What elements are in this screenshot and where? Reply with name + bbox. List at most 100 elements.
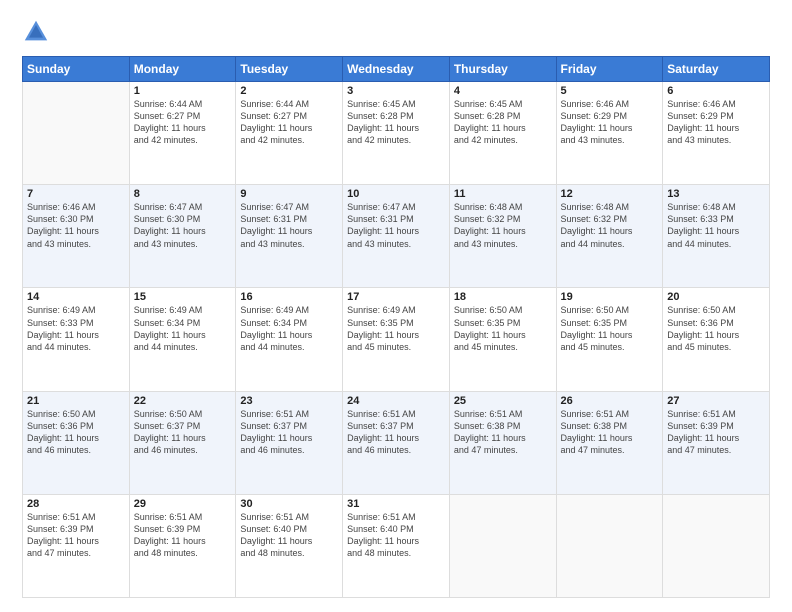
day-number: 18 (454, 291, 552, 303)
day-info: Sunrise: 6:50 AMSunset: 6:37 PMDaylight:… (134, 408, 232, 457)
day-number: 7 (27, 188, 125, 200)
day-info: Sunrise: 6:50 AMSunset: 6:35 PMDaylight:… (561, 304, 659, 353)
day-number: 4 (454, 85, 552, 97)
day-info: Sunrise: 6:49 AMSunset: 6:34 PMDaylight:… (240, 304, 338, 353)
day-number: 9 (240, 188, 338, 200)
calendar-header-monday: Monday (129, 57, 236, 82)
day-info: Sunrise: 6:51 AMSunset: 6:38 PMDaylight:… (561, 408, 659, 457)
calendar-cell (23, 82, 130, 185)
day-number: 2 (240, 85, 338, 97)
calendar-cell (663, 494, 770, 597)
calendar-cell: 3Sunrise: 6:45 AMSunset: 6:28 PMDaylight… (343, 82, 450, 185)
logo (22, 18, 54, 46)
day-info: Sunrise: 6:44 AMSunset: 6:27 PMDaylight:… (240, 98, 338, 147)
day-number: 6 (667, 85, 765, 97)
day-info: Sunrise: 6:48 AMSunset: 6:33 PMDaylight:… (667, 201, 765, 250)
day-info: Sunrise: 6:51 AMSunset: 6:38 PMDaylight:… (454, 408, 552, 457)
calendar-cell: 23Sunrise: 6:51 AMSunset: 6:37 PMDayligh… (236, 391, 343, 494)
day-number: 26 (561, 395, 659, 407)
day-number: 13 (667, 188, 765, 200)
calendar-cell: 5Sunrise: 6:46 AMSunset: 6:29 PMDaylight… (556, 82, 663, 185)
calendar-header-friday: Friday (556, 57, 663, 82)
day-info: Sunrise: 6:48 AMSunset: 6:32 PMDaylight:… (561, 201, 659, 250)
day-number: 5 (561, 85, 659, 97)
day-number: 29 (134, 498, 232, 510)
calendar-cell: 30Sunrise: 6:51 AMSunset: 6:40 PMDayligh… (236, 494, 343, 597)
calendar-week-row: 28Sunrise: 6:51 AMSunset: 6:39 PMDayligh… (23, 494, 770, 597)
calendar-cell: 4Sunrise: 6:45 AMSunset: 6:28 PMDaylight… (449, 82, 556, 185)
day-info: Sunrise: 6:49 AMSunset: 6:35 PMDaylight:… (347, 304, 445, 353)
calendar-cell: 6Sunrise: 6:46 AMSunset: 6:29 PMDaylight… (663, 82, 770, 185)
day-info: Sunrise: 6:45 AMSunset: 6:28 PMDaylight:… (347, 98, 445, 147)
calendar-cell: 17Sunrise: 6:49 AMSunset: 6:35 PMDayligh… (343, 288, 450, 391)
calendar-cell: 11Sunrise: 6:48 AMSunset: 6:32 PMDayligh… (449, 185, 556, 288)
day-number: 15 (134, 291, 232, 303)
day-info: Sunrise: 6:48 AMSunset: 6:32 PMDaylight:… (454, 201, 552, 250)
day-info: Sunrise: 6:46 AMSunset: 6:30 PMDaylight:… (27, 201, 125, 250)
day-number: 1 (134, 85, 232, 97)
calendar-week-row: 21Sunrise: 6:50 AMSunset: 6:36 PMDayligh… (23, 391, 770, 494)
calendar-cell: 18Sunrise: 6:50 AMSunset: 6:35 PMDayligh… (449, 288, 556, 391)
calendar-cell: 7Sunrise: 6:46 AMSunset: 6:30 PMDaylight… (23, 185, 130, 288)
calendar-cell: 29Sunrise: 6:51 AMSunset: 6:39 PMDayligh… (129, 494, 236, 597)
day-number: 10 (347, 188, 445, 200)
day-info: Sunrise: 6:44 AMSunset: 6:27 PMDaylight:… (134, 98, 232, 147)
day-info: Sunrise: 6:50 AMSunset: 6:36 PMDaylight:… (667, 304, 765, 353)
calendar-cell: 1Sunrise: 6:44 AMSunset: 6:27 PMDaylight… (129, 82, 236, 185)
day-info: Sunrise: 6:49 AMSunset: 6:33 PMDaylight:… (27, 304, 125, 353)
day-info: Sunrise: 6:51 AMSunset: 6:37 PMDaylight:… (240, 408, 338, 457)
day-info: Sunrise: 6:45 AMSunset: 6:28 PMDaylight:… (454, 98, 552, 147)
calendar-cell: 13Sunrise: 6:48 AMSunset: 6:33 PMDayligh… (663, 185, 770, 288)
day-info: Sunrise: 6:51 AMSunset: 6:40 PMDaylight:… (240, 511, 338, 560)
calendar-cell: 20Sunrise: 6:50 AMSunset: 6:36 PMDayligh… (663, 288, 770, 391)
calendar-cell (556, 494, 663, 597)
day-number: 27 (667, 395, 765, 407)
calendar-header-wednesday: Wednesday (343, 57, 450, 82)
day-info: Sunrise: 6:51 AMSunset: 6:39 PMDaylight:… (667, 408, 765, 457)
day-info: Sunrise: 6:46 AMSunset: 6:29 PMDaylight:… (561, 98, 659, 147)
day-number: 25 (454, 395, 552, 407)
calendar-week-row: 7Sunrise: 6:46 AMSunset: 6:30 PMDaylight… (23, 185, 770, 288)
day-number: 19 (561, 291, 659, 303)
page: SundayMondayTuesdayWednesdayThursdayFrid… (0, 0, 792, 612)
day-info: Sunrise: 6:51 AMSunset: 6:39 PMDaylight:… (134, 511, 232, 560)
calendar-cell (449, 494, 556, 597)
calendar-cell: 12Sunrise: 6:48 AMSunset: 6:32 PMDayligh… (556, 185, 663, 288)
day-number: 22 (134, 395, 232, 407)
day-number: 12 (561, 188, 659, 200)
calendar-cell: 27Sunrise: 6:51 AMSunset: 6:39 PMDayligh… (663, 391, 770, 494)
day-info: Sunrise: 6:47 AMSunset: 6:31 PMDaylight:… (347, 201, 445, 250)
calendar-cell: 21Sunrise: 6:50 AMSunset: 6:36 PMDayligh… (23, 391, 130, 494)
day-info: Sunrise: 6:51 AMSunset: 6:39 PMDaylight:… (27, 511, 125, 560)
header (22, 18, 770, 46)
day-info: Sunrise: 6:47 AMSunset: 6:31 PMDaylight:… (240, 201, 338, 250)
day-info: Sunrise: 6:50 AMSunset: 6:36 PMDaylight:… (27, 408, 125, 457)
calendar-cell: 14Sunrise: 6:49 AMSunset: 6:33 PMDayligh… (23, 288, 130, 391)
day-number: 11 (454, 188, 552, 200)
calendar-cell: 8Sunrise: 6:47 AMSunset: 6:30 PMDaylight… (129, 185, 236, 288)
calendar-cell: 28Sunrise: 6:51 AMSunset: 6:39 PMDayligh… (23, 494, 130, 597)
calendar-header-thursday: Thursday (449, 57, 556, 82)
calendar-header-saturday: Saturday (663, 57, 770, 82)
calendar-cell: 19Sunrise: 6:50 AMSunset: 6:35 PMDayligh… (556, 288, 663, 391)
calendar-cell: 16Sunrise: 6:49 AMSunset: 6:34 PMDayligh… (236, 288, 343, 391)
calendar-cell: 2Sunrise: 6:44 AMSunset: 6:27 PMDaylight… (236, 82, 343, 185)
day-number: 21 (27, 395, 125, 407)
day-info: Sunrise: 6:47 AMSunset: 6:30 PMDaylight:… (134, 201, 232, 250)
day-info: Sunrise: 6:51 AMSunset: 6:37 PMDaylight:… (347, 408, 445, 457)
day-info: Sunrise: 6:49 AMSunset: 6:34 PMDaylight:… (134, 304, 232, 353)
day-number: 30 (240, 498, 338, 510)
day-number: 14 (27, 291, 125, 303)
day-number: 28 (27, 498, 125, 510)
day-number: 16 (240, 291, 338, 303)
day-number: 20 (667, 291, 765, 303)
day-number: 31 (347, 498, 445, 510)
calendar-cell: 31Sunrise: 6:51 AMSunset: 6:40 PMDayligh… (343, 494, 450, 597)
calendar-week-row: 14Sunrise: 6:49 AMSunset: 6:33 PMDayligh… (23, 288, 770, 391)
calendar-cell: 26Sunrise: 6:51 AMSunset: 6:38 PMDayligh… (556, 391, 663, 494)
day-info: Sunrise: 6:51 AMSunset: 6:40 PMDaylight:… (347, 511, 445, 560)
logo-icon (22, 18, 50, 46)
calendar-cell: 10Sunrise: 6:47 AMSunset: 6:31 PMDayligh… (343, 185, 450, 288)
day-number: 8 (134, 188, 232, 200)
day-info: Sunrise: 6:50 AMSunset: 6:35 PMDaylight:… (454, 304, 552, 353)
